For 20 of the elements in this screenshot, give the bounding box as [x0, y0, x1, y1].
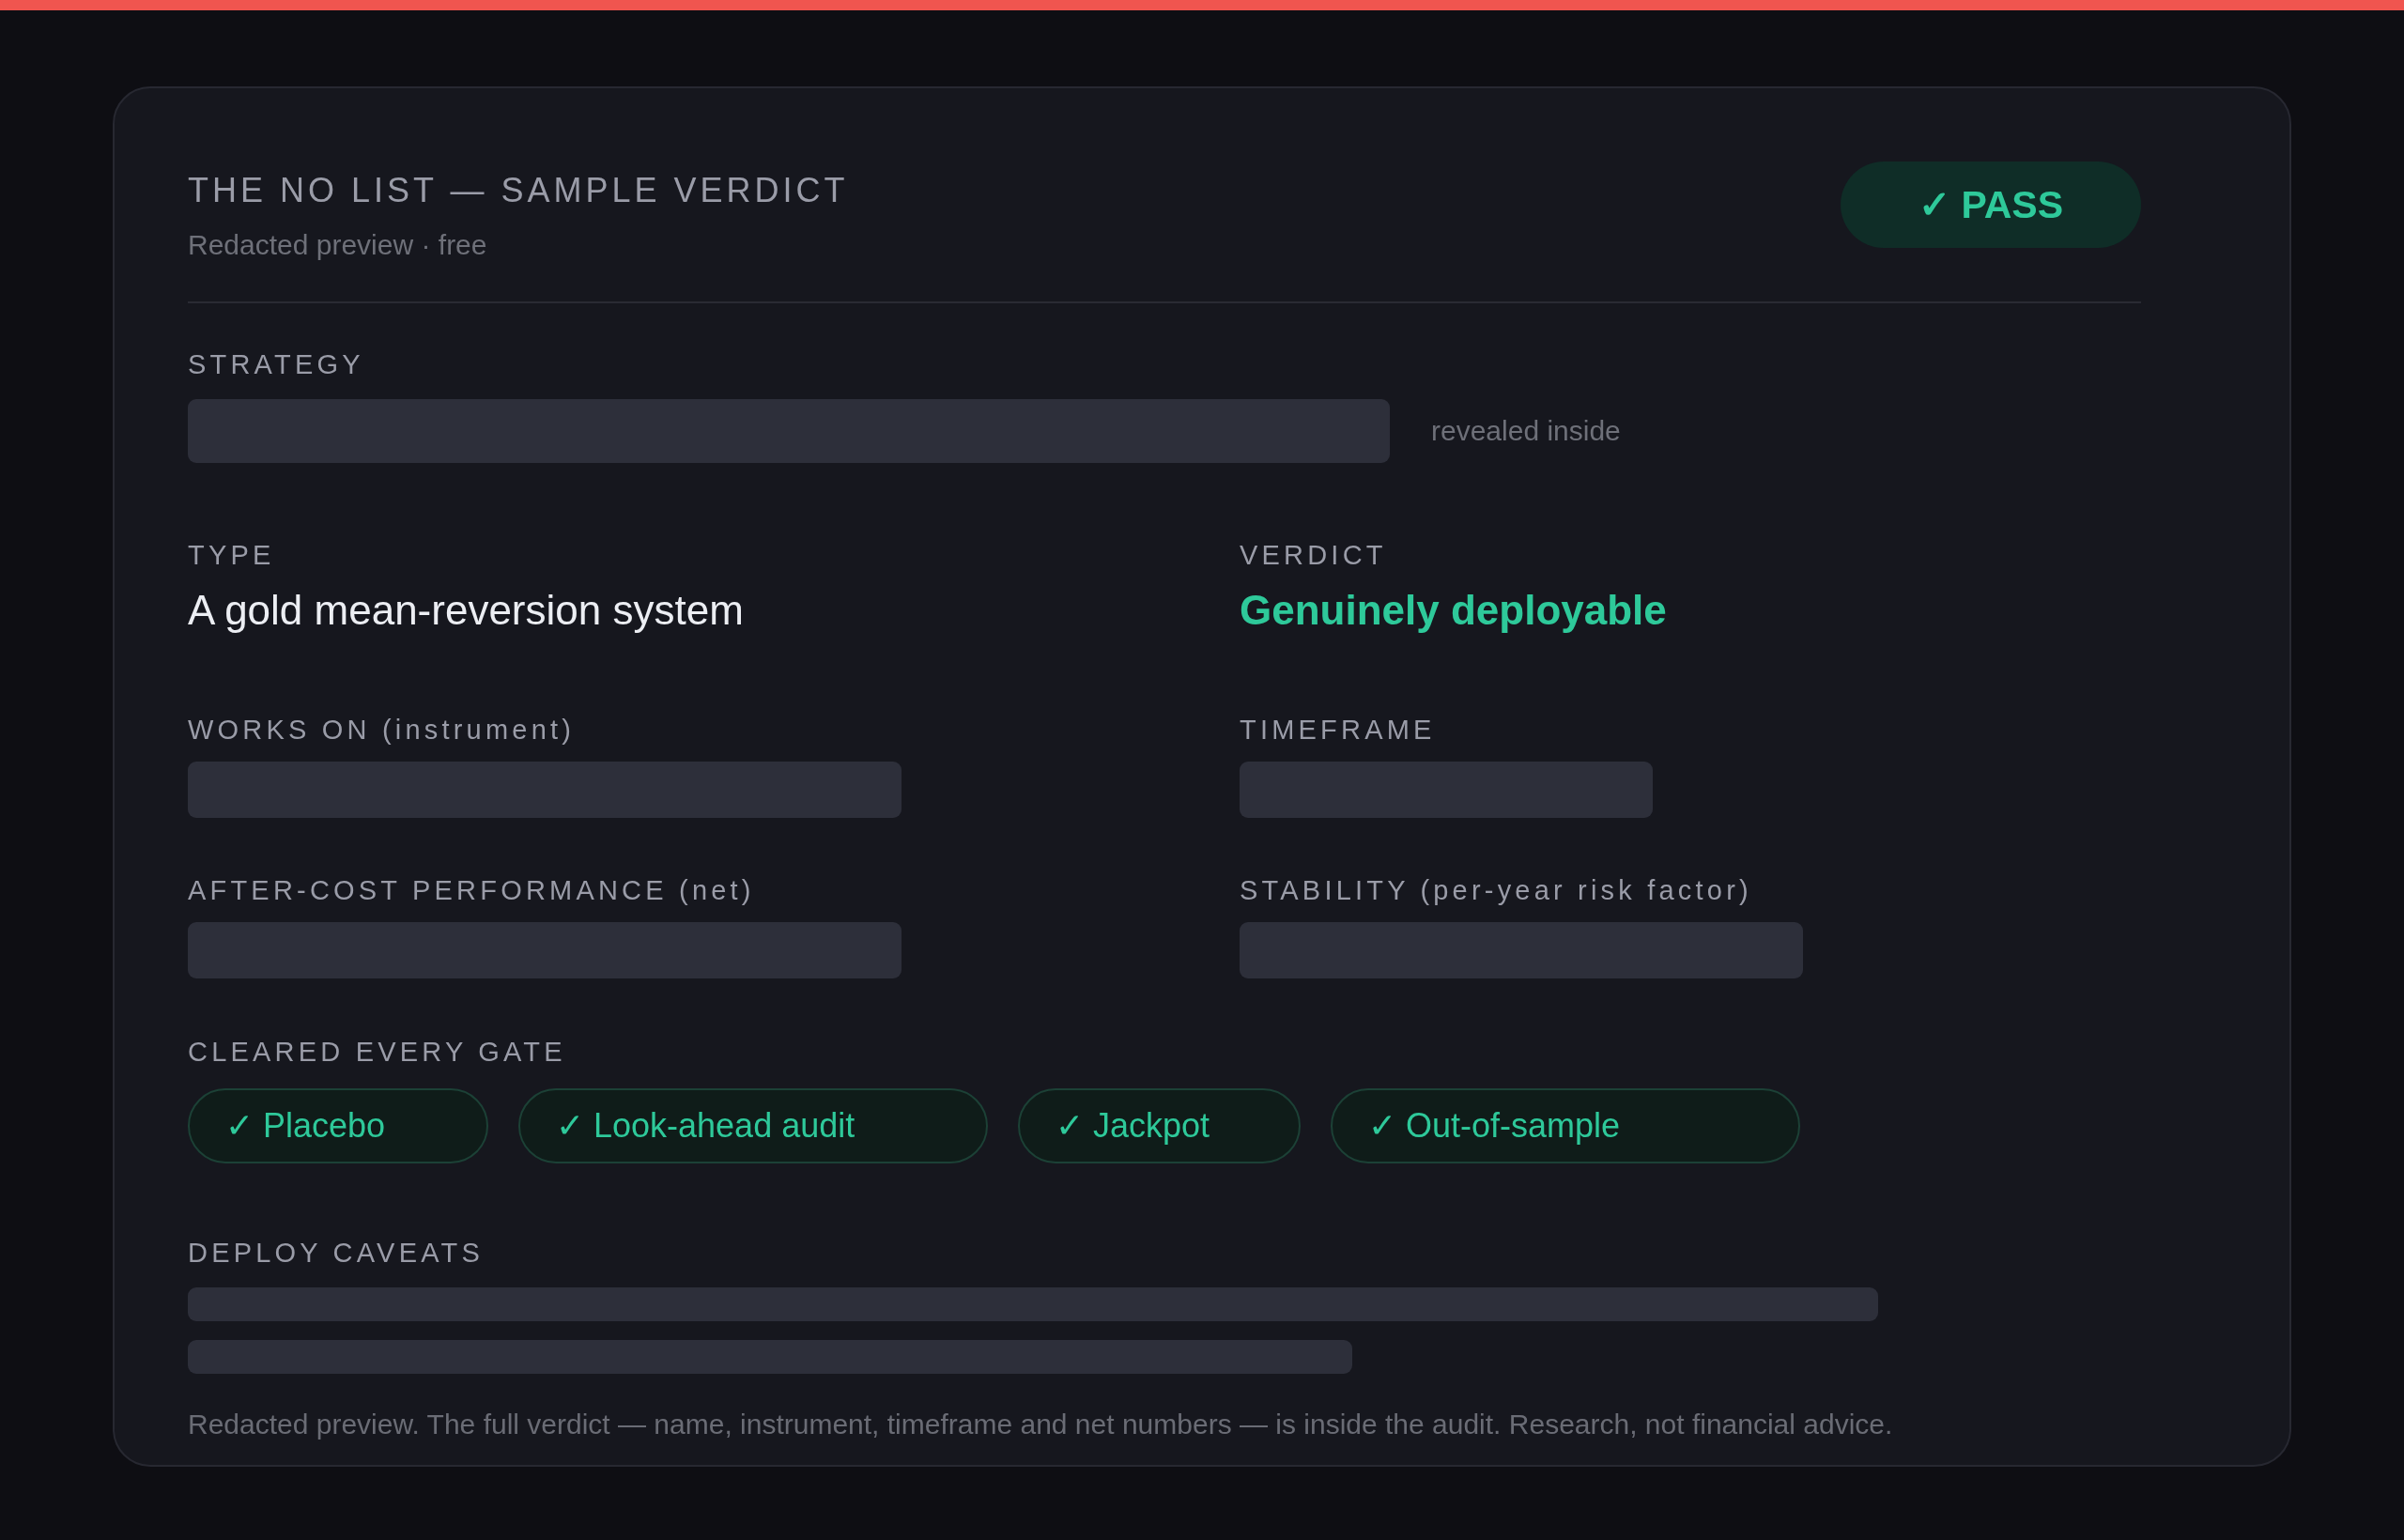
card-subtitle: Redacted preview · free [188, 229, 488, 261]
field-label: TIMEFRAME [1240, 715, 1437, 746]
section-label: DEPLOY CAVEATS [188, 1238, 485, 1269]
field-label: WORKS ON (instrument) [188, 715, 577, 746]
section-label: CLEARED EVERY GATE [188, 1037, 567, 1068]
field-label: TYPE [188, 540, 276, 571]
disclaimer-text: Redacted preview. The full verdict — name, instrument, timeframe and net numbers — is inside the audit. Research, not financial advice. [188, 1409, 1894, 1440]
verdict-value: Genuinely deployable [1240, 587, 1668, 634]
pass-badge: ✓ PASS [1841, 162, 2141, 248]
redaction-note: revealed inside [1431, 415, 1621, 447]
field-label: VERDICT [1240, 540, 1388, 571]
field-label: AFTER-COST PERFORMANCE (net) [188, 875, 756, 906]
field-label: STRATEGY [188, 349, 365, 380]
field-value: A gold mean-reversion system [188, 587, 745, 634]
gate-chip: ✓ Look-ahead audit [518, 1088, 988, 1163]
gate-chip: ✓ Placebo [188, 1088, 488, 1163]
field-label: STABILITY (per-year risk factor) [1240, 875, 1753, 906]
gate-chip: ✓ Out-of-sample [1331, 1088, 1800, 1163]
card-title: THE NO LIST — SAMPLE VERDICT [188, 171, 849, 210]
gate-chip: ✓ Jackpot [1018, 1088, 1301, 1163]
